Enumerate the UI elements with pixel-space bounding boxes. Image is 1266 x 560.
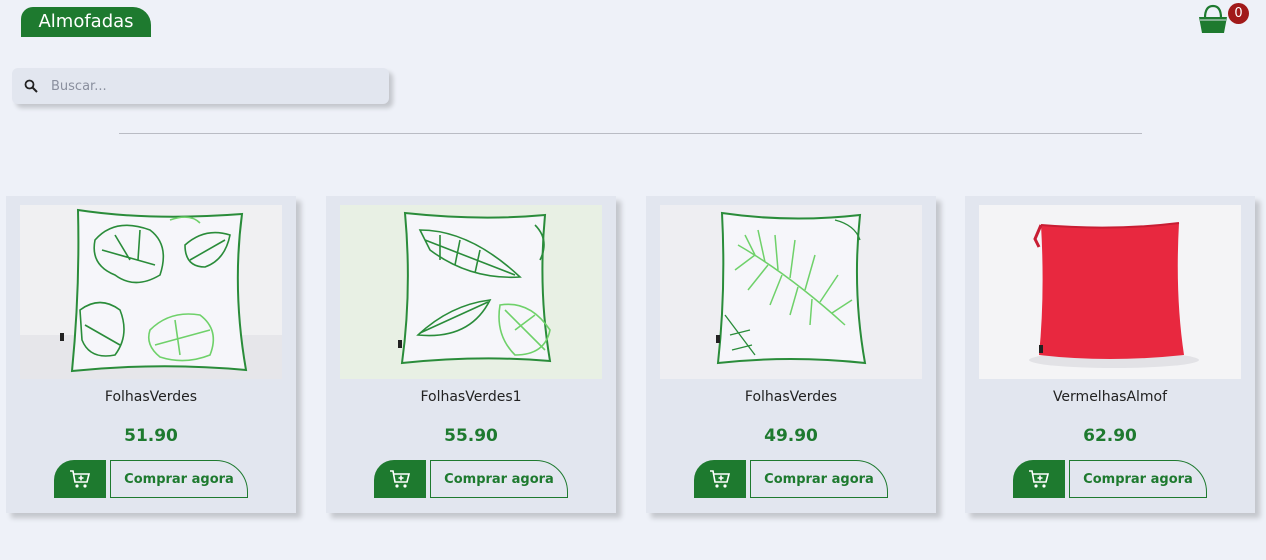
product-card: VermelhasAlmof 62.90 Comprar agora <box>965 196 1255 513</box>
brand-title[interactable]: Almofadas <box>21 7 151 37</box>
product-card: FolhasVerdes 49.90 Comprar agora <box>646 196 936 513</box>
product-card: FolhasVerdes 51.90 Comprar agora <box>6 196 296 513</box>
buy-now-button[interactable]: Comprar agora <box>430 460 568 498</box>
product-name: FolhasVerdes <box>104 389 198 405</box>
shopping-basket-icon <box>1199 4 1227 33</box>
buy-now-button[interactable]: Comprar agora <box>750 460 888 498</box>
product-price: 49.90 <box>764 426 818 446</box>
add-to-cart-button[interactable] <box>374 460 426 498</box>
buy-now-button[interactable]: Comprar agora <box>110 460 248 498</box>
divider <box>119 133 1142 134</box>
product-image[interactable] <box>979 205 1241 379</box>
add-to-cart-button[interactable] <box>54 460 106 498</box>
product-image[interactable] <box>660 205 922 379</box>
add-to-cart-icon <box>710 470 731 488</box>
add-to-cart-button[interactable] <box>1013 460 1065 498</box>
product-image[interactable] <box>20 205 282 379</box>
search-icon <box>24 79 38 93</box>
buy-now-button[interactable]: Comprar agora <box>1069 460 1207 498</box>
search-bar <box>12 68 389 104</box>
add-to-cart-icon <box>390 470 411 488</box>
product-name: VermelhasAlmof <box>1052 389 1168 405</box>
cart-button[interactable]: 0 <box>1196 2 1252 38</box>
product-price: 51.90 <box>124 426 178 446</box>
product-image[interactable] <box>340 205 602 379</box>
cart-count-badge: 0 <box>1228 3 1249 24</box>
product-name: FolhasVerdes <box>744 389 838 405</box>
product-price: 62.90 <box>1083 426 1137 446</box>
product-card: FolhasVerdes1 55.90 Comprar agora <box>326 196 616 513</box>
add-to-cart-icon <box>70 470 91 488</box>
product-price: 55.90 <box>444 426 498 446</box>
product-name: FolhasVerdes1 <box>420 389 522 405</box>
search-input[interactable] <box>51 78 371 94</box>
add-to-cart-button[interactable] <box>694 460 746 498</box>
add-to-cart-icon <box>1029 470 1050 488</box>
